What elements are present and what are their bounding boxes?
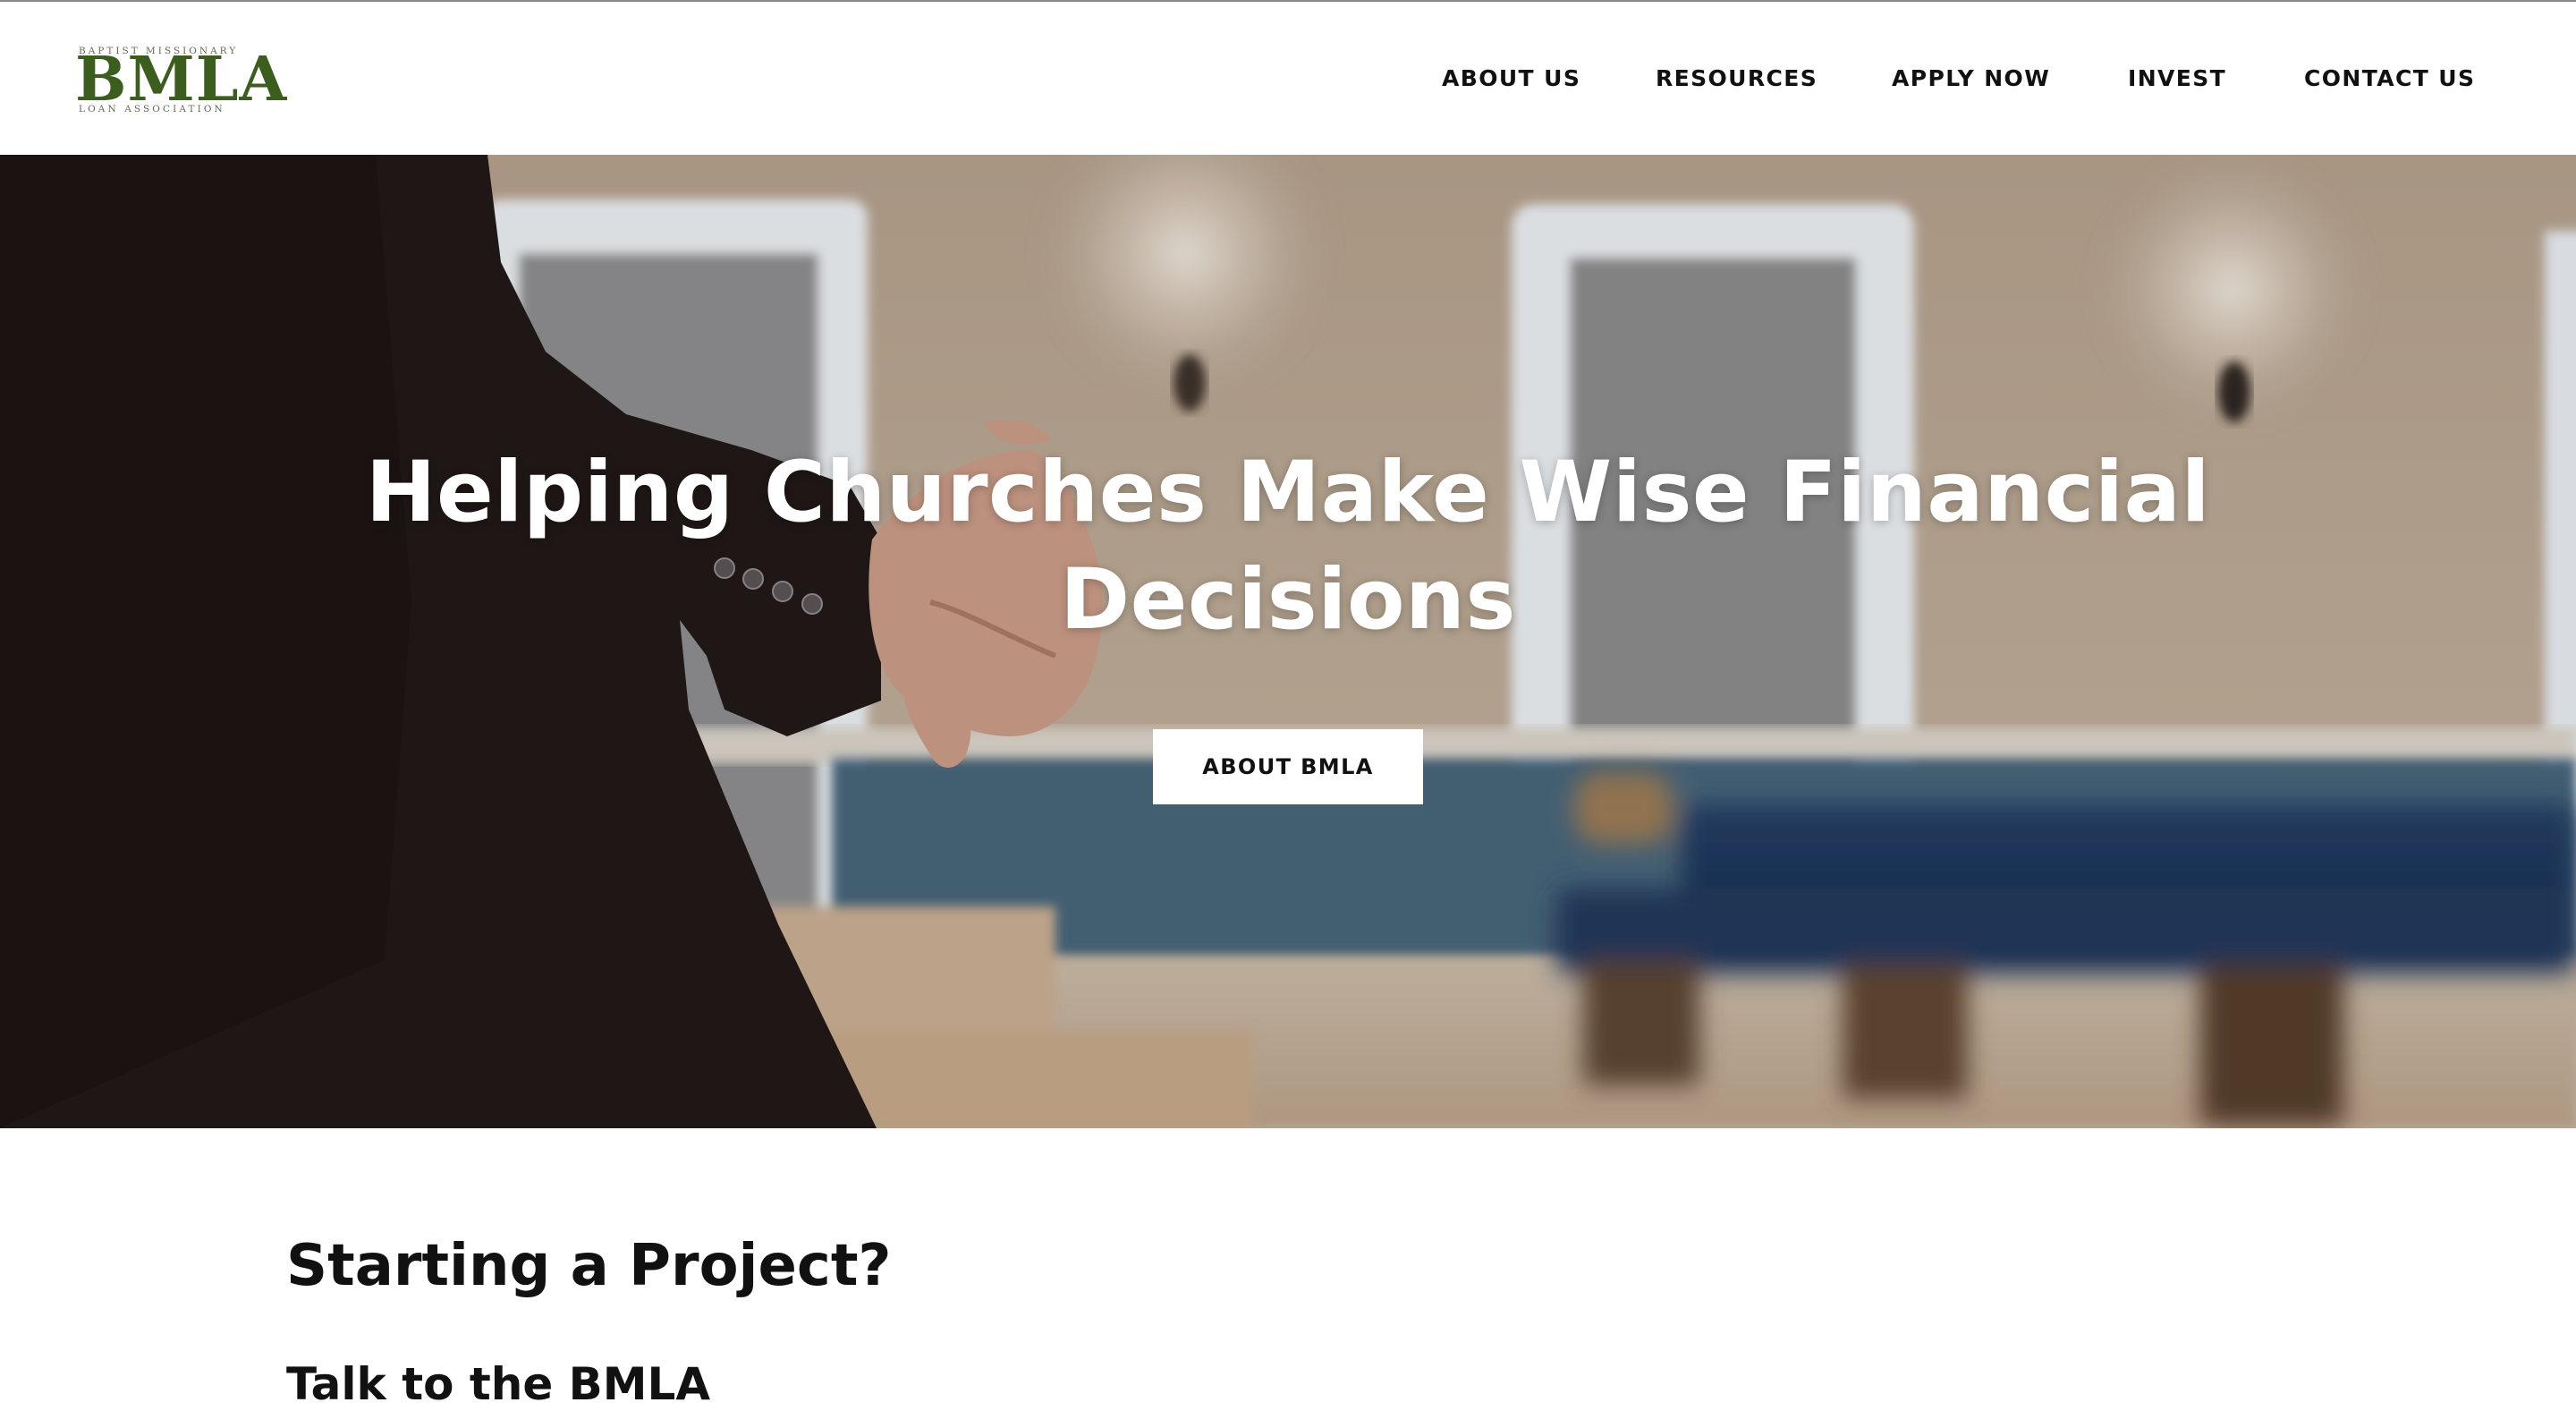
nav-invest[interactable]: INVEST (2128, 63, 2226, 95)
section-heading: Starting a Project? (286, 1233, 892, 1299)
hero-title-line-2: Decisions (1060, 551, 1516, 649)
nav-apply-now[interactable]: APPLY NOW (1892, 63, 2050, 95)
about-bmla-button[interactable]: ABOUT BMLA (1153, 729, 1423, 804)
nav-resources[interactable]: RESOURCES (1656, 63, 1818, 95)
hero-banner: Helping Churches Make Wise Financial Dec… (0, 155, 2576, 1128)
nav-about-us[interactable]: ABOUT US (1442, 63, 1580, 95)
section-subheading: Talk to the BMLA (286, 1358, 711, 1410)
main-nav: ABOUT US RESOURCES APPLY NOW INVEST CONT… (0, 2, 2576, 155)
nav-contact-us[interactable]: CONTACT US (2304, 63, 2475, 95)
hero-title: Helping Churches Make Wise Financial Dec… (268, 439, 2308, 654)
site-header: BAPTIST MISSIONARY BMLA LOAN ASSOCIATION… (0, 2, 2576, 155)
hero-title-line-1: Helping Churches Make Wise Financial (365, 444, 2211, 541)
